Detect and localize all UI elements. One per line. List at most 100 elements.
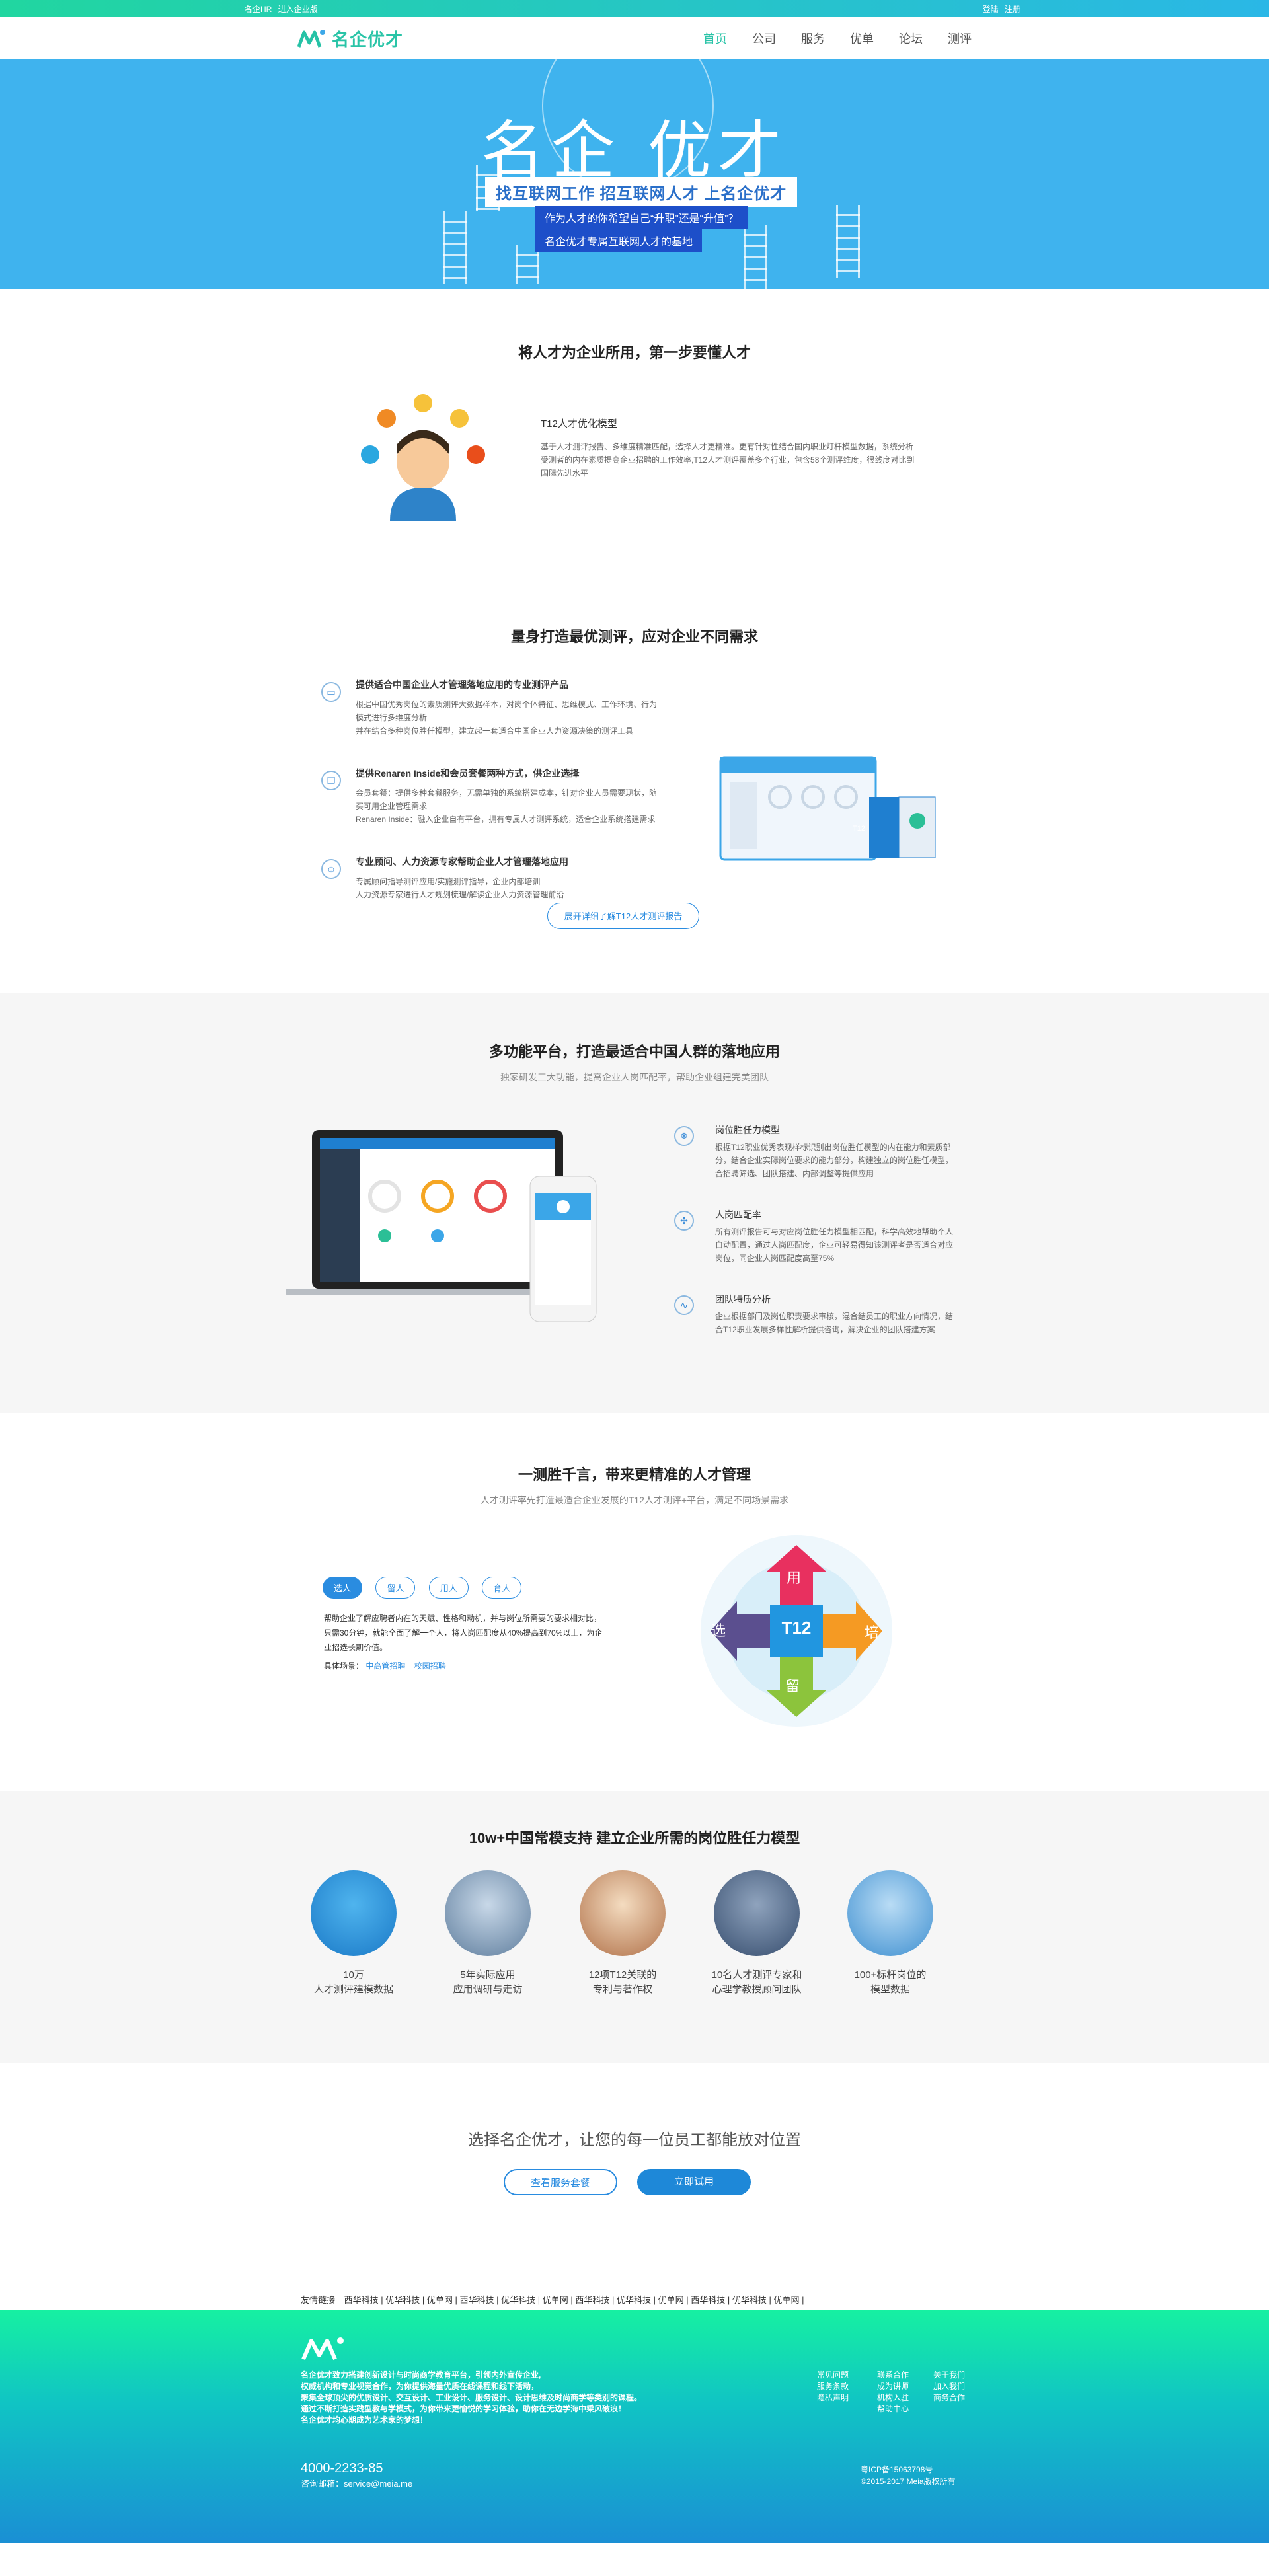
feature-desc-line: 根据中国优秀岗位的素质测评大数据样本，对岗个体特征、思维模式、工作环境、行为 [356, 700, 658, 709]
section-subtitle: 人才测评率先打造最适合企业发展的T12人才测评+平台，满足不同场景需求 [480, 1495, 789, 1505]
footer-link[interactable]: 联系合作 [877, 2370, 909, 2381]
tab-retain[interactable]: 留人 [375, 1577, 416, 1599]
footer-link[interactable]: 商务合作 [933, 2392, 965, 2404]
footer-link[interactable]: 服务条款 [817, 2381, 849, 2392]
footer-intro: 名企优才致力搭建创新设计与时尚商学教育平台，引领内外宣传企业, 权威机构和专业视… [301, 2370, 642, 2426]
feature-title: 专业顾问、人力资源专家帮助企业人才管理落地应用 [356, 856, 568, 867]
nav-item-forum[interactable]: 论坛 [899, 30, 923, 47]
intro-line: 聚集全球顶尖的优质设计、交互设计、工业设计、服务设计、设计思维及时尚商学等类别的… [301, 2393, 642, 2402]
feature-desc-line: 专属顾问指导测评应用/实施测评指导，企业内部培训 [356, 877, 541, 886]
feature-desc: 会员套餐：提供多种套餐服务，无需单独的系统搭建成本，针对企业人员需要现状，随 买… [356, 786, 657, 826]
friend-link[interactable]: 优单网 [543, 2295, 568, 2305]
friend-link[interactable]: 西华科技 [575, 2295, 609, 2305]
view-packages-button[interactable]: 查看服务套餐 [504, 2169, 617, 2195]
copy-icon: ❐ [321, 771, 341, 790]
section-subtitle: 独家研发三大功能，提高企业人岗匹配率，帮助企业组建完美团队 [500, 1072, 769, 1082]
stat-line: 心理学教授顾问团队 [712, 1984, 802, 1995]
scene-link[interactable]: 中高管招聘 [365, 1661, 405, 1671]
stat-line: 人才测评建模数据 [313, 1984, 393, 1995]
data-circle [714, 1870, 800, 1956]
friend-link[interactable]: 西华科技 [691, 2295, 725, 2305]
nav-item-assessment[interactable]: 测评 [948, 30, 972, 47]
nav-menu: 首页 公司 服务 优单 论坛 测评 [703, 30, 972, 47]
footer-col-1: 常见问题 服务条款 隐私声明 [817, 2370, 849, 2404]
enterprise-link[interactable]: 进入企业版 [278, 5, 318, 14]
feature-desc-line: 买可用企业管理需求 [356, 802, 428, 811]
friend-link[interactable]: 优华科技 [617, 2295, 651, 2305]
stat-label: 100+标杆岗位的 模型数据 [831, 1968, 950, 1997]
logo-text: 名企优才 [332, 29, 404, 50]
feature-desc-line: 会员套餐：提供多种套餐服务，无需单独的系统搭建成本，针对企业人员需要现状，随 [356, 788, 658, 798]
tab-use[interactable]: 用人 [428, 1577, 469, 1599]
hero-subtitle-2: 名企优才专属互联网人才的基地 [535, 229, 703, 252]
login-link[interactable]: 登陆 [983, 5, 999, 14]
footer-phone: 4000-2233-85 [301, 2461, 383, 2476]
section-title: 多功能平台，打造最适合中国人群的落地应用 [488, 1043, 780, 1060]
hr-link[interactable]: 名企HR [245, 5, 272, 14]
snowflake-icon: ❄ [674, 1126, 694, 1146]
footer-link[interactable]: 隐私声明 [817, 2392, 849, 2404]
logo[interactable]: 名企优才 [297, 26, 403, 51]
wheel-center: T12 [781, 1618, 812, 1638]
section-title: 10w+中国常模支持 建立企业所需的岗位胜任力模型 [469, 1830, 800, 1846]
tab-select[interactable]: 选人 [323, 1577, 362, 1599]
nav-item-service[interactable]: 服务 [801, 30, 825, 47]
view-report-button[interactable]: 展开详细了解T12人才测评报告 [547, 903, 699, 929]
friend-link[interactable]: 优单网 [774, 2295, 800, 2305]
feature-desc: 根据中国优秀岗位的素质测评大数据样本，对岗个体特征、思维模式、工作环境、行为 模… [356, 698, 657, 738]
scenario-description: 帮助企业了解应聘者内在的天赋、性格和动机，并与岗位所需要的要求相对比，只需30分… [324, 1614, 603, 1652]
footer-link[interactable]: 关于我们 [933, 2370, 965, 2381]
friend-links-row: 友情链接 西华科技 | 优华科技 | 优单网 | 西华科技 | 优华科技 | 优… [301, 2295, 804, 2305]
friend-link[interactable]: 优华科技 [501, 2295, 535, 2305]
scenario-tabs: 选人 留人 用人 育人 [323, 1577, 532, 1599]
footer-link[interactable]: 成为讲师 [877, 2381, 909, 2392]
friend-link[interactable]: 优单网 [658, 2295, 684, 2305]
hero-subtitle-1: 作为人才的你希望自己“升职”还是“升值”？ [535, 206, 748, 229]
section-precise-management: 一测胜千言，带来更精准的人才管理 人才测评率先打造最适合企业发展的T12人才测评… [0, 1413, 1269, 1791]
friend-link[interactable]: 西华科技 [344, 2295, 379, 2305]
main-nav: 名企优才 首页 公司 服务 优单 论坛 测评 [0, 17, 1269, 59]
stat-line: 应用调研与走访 [453, 1984, 523, 1995]
section-platform: 多功能平台，打造最适合中国人群的落地应用 独家研发三大功能，提高企业人岗匹配率，… [0, 993, 1269, 1413]
scene-label: 具体场景： [324, 1661, 364, 1671]
stat-label: 12项T12关联的 专利与著作权 [563, 1968, 682, 1997]
stat-line: 10名人才测评专家和 [711, 1969, 802, 1981]
scene-link[interactable]: 校园招聘 [414, 1661, 446, 1671]
user-icon: ☺ [321, 859, 341, 879]
intro-line: 名企优才致力搭建创新设计与时尚商学教育平台，引领内外宣传企业, [301, 2370, 541, 2380]
stat-line: 10万 [343, 1969, 364, 1981]
chart-icon: ∿ [674, 1295, 694, 1315]
nav-item-home[interactable]: 首页 [703, 30, 727, 47]
section-custom-assessment: 量身打造最优测评，应对企业不同需求 ▭ 提供适合中国企业人才管理落地应用的专业测… [0, 592, 1269, 993]
feature-desc-line: Renaren Inside：融入企业自有平台，拥有专属人才测评系统，适合企业系… [356, 815, 656, 824]
footer-logo-icon [301, 2337, 344, 2361]
platform-feature-title: 团队特质分析 [715, 1294, 771, 1305]
stat-label: 5年实际应用 应用调研与走访 [428, 1968, 547, 1997]
stat-line: 5年实际应用 [460, 1969, 516, 1981]
ladder-decor [836, 205, 860, 278]
friend-link[interactable]: 西华科技 [460, 2295, 494, 2305]
try-now-button[interactable]: 立即试用 [637, 2169, 751, 2195]
wheel-left: 选 [711, 1622, 726, 1639]
footer-link[interactable]: 加入我们 [933, 2381, 965, 2392]
friend-link[interactable]: 优华科技 [732, 2295, 767, 2305]
data-circle [311, 1870, 397, 1956]
register-link[interactable]: 注册 [1005, 5, 1020, 14]
section-title: 一测胜千言，带来更精准的人才管理 [518, 1466, 751, 1483]
feature-desc-line: 并在结合多种岗位胜任模型，建立起一套适合中国企业人力资源决策的测评工具 [356, 726, 634, 736]
feature-desc-line: 人力资源专家进行人才规划梳理/解读企业人力资源管理前沿 [356, 890, 564, 899]
footer-link[interactable]: 常见问题 [817, 2370, 849, 2381]
footer-email: 咨询邮箱：service@meia.me [301, 2479, 413, 2489]
friend-link[interactable]: 优华科技 [385, 2295, 420, 2305]
model-title: T12人才优化模型 [541, 418, 617, 430]
tab-develop[interactable]: 育人 [482, 1577, 522, 1599]
footer-link[interactable]: 机构入驻 [877, 2392, 909, 2404]
nav-item-company[interactable]: 公司 [752, 30, 776, 47]
footer-legal: 粤ICP备15063798号 ©2015-2017 Meia版权所有 [861, 2464, 956, 2487]
stat-label: 10名人才测评专家和 心理学教授顾问团队 [697, 1968, 816, 1997]
nav-item-youdan[interactable]: 优单 [850, 30, 874, 47]
top-bar: 名企HR 进入企业版 登陆 注册 [0, 0, 1269, 17]
footer-link[interactable]: 帮助中心 [877, 2404, 909, 2415]
friend-link[interactable]: 优单网 [427, 2295, 453, 2305]
intro-line: 名企优才均心期成为艺术家的梦想！ [301, 2415, 428, 2425]
